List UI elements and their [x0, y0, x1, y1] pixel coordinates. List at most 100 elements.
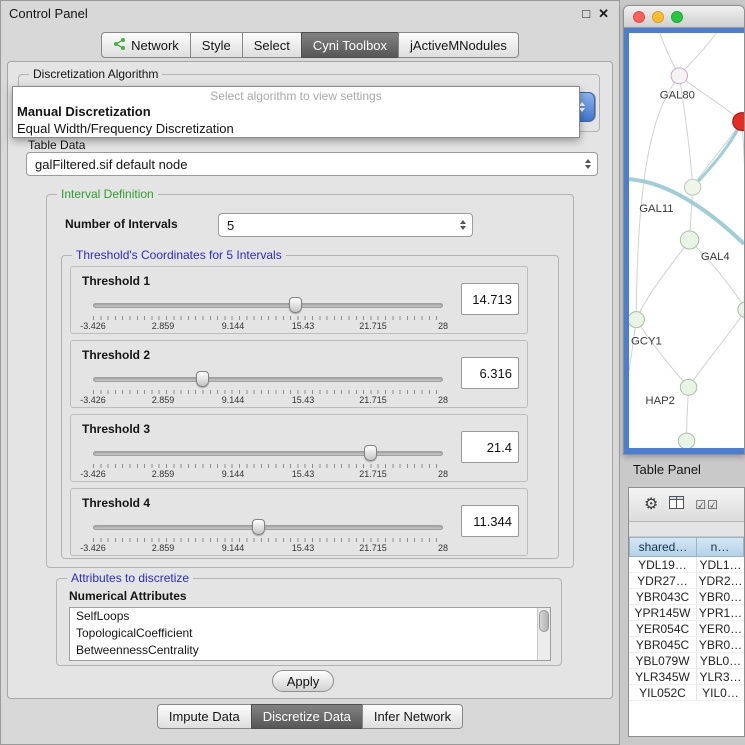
slider-track[interactable] — [93, 451, 443, 456]
network-node[interactable] — [680, 231, 698, 249]
tab-impute-data-label: Impute Data — [169, 709, 240, 724]
network-node[interactable] — [671, 68, 687, 84]
table-row[interactable]: YDL19… YDL1… — [629, 557, 744, 573]
tab-select[interactable]: Select — [242, 32, 302, 58]
screen: Control Panel □ ✕ Network Style Select C… — [0, 0, 745, 745]
list-item[interactable]: TopologicalCoefficient — [70, 625, 550, 642]
threshold-4-slider[interactable] — [93, 519, 443, 537]
table-toolbar-gap — [629, 522, 744, 537]
table-row[interactable]: YDR27… YDR2… — [629, 573, 744, 589]
scale-label: 28 — [438, 543, 448, 553]
table-cell[interactable]: YDR27… — [629, 573, 697, 588]
threshold-4-value-field[interactable] — [461, 505, 519, 537]
number-of-intervals-value: 5 — [219, 218, 234, 233]
threshold-2-slider-thumb[interactable] — [196, 371, 209, 387]
table-row[interactable]: YER054C YER0… — [629, 621, 744, 637]
scale-label: 9.144 — [222, 469, 245, 479]
table-row[interactable]: YBL079W YBL0… — [629, 653, 744, 669]
tab-infer-network[interactable]: Infer Network — [362, 704, 463, 729]
threshold-3-slider-thumb[interactable] — [364, 445, 377, 461]
table-cell[interactable]: YDR2… — [697, 573, 744, 588]
list-item[interactable]: SelfLoops — [70, 608, 550, 625]
select-functions-icon[interactable]: ☑☑ — [695, 499, 719, 511]
table-row[interactable]: YLR345W YLR3… — [629, 669, 744, 685]
table-cell[interactable]: YLR345W — [629, 669, 697, 684]
table-cell[interactable]: YER054C — [629, 621, 697, 636]
scale-label: 2.859 — [152, 321, 175, 331]
tab-discretize-data[interactable]: Discretize Data — [251, 704, 363, 729]
slider-track[interactable] — [93, 303, 443, 308]
table-cell[interactable]: YDL1… — [697, 557, 744, 572]
algorithm-option-equal-width[interactable]: Equal Width/Frequency Discretization — [13, 120, 579, 137]
tab-cyni-toolbox[interactable]: Cyni Toolbox — [301, 32, 399, 58]
network-node[interactable] — [738, 302, 744, 318]
network-node[interactable] — [678, 433, 694, 448]
table-panel-title: Table Panel — [633, 462, 701, 477]
apply-button[interactable]: Apply — [272, 670, 334, 692]
slider-track[interactable] — [93, 377, 443, 382]
scrollbar-thumb[interactable] — [539, 610, 549, 632]
network-node[interactable] — [629, 312, 644, 328]
network-node[interactable] — [680, 379, 696, 395]
scale-label: 21.715 — [359, 395, 387, 405]
cyni-toolbox-panel: Discretization Algorithm Select algorith… — [7, 61, 613, 699]
threshold-2-slider[interactable] — [93, 371, 443, 389]
slider-ticks — [93, 464, 443, 468]
table-row[interactable]: YIL052C YIL0… — [629, 685, 744, 701]
slider-track[interactable] — [93, 525, 443, 530]
slider-ticks — [93, 390, 443, 394]
table-cell[interactable]: YBR045C — [629, 637, 697, 652]
tab-infer-network-label: Infer Network — [374, 709, 451, 724]
list-scrollbar[interactable] — [537, 608, 550, 660]
scale-label: 15.43 — [292, 395, 315, 405]
close-traffic-light-icon[interactable] — [633, 11, 645, 23]
threshold-4-slider-thumb[interactable] — [252, 519, 265, 535]
table-cell[interactable]: YPR1… — [697, 605, 744, 620]
network-graph: GAL80 GAL11 GAL4 GCY1 HAP2 — [629, 33, 744, 448]
threshold-1-slider[interactable] — [93, 297, 443, 315]
table-cell[interactable]: YBR0… — [697, 637, 744, 652]
table-cell[interactable]: YPR145W — [629, 605, 697, 620]
table-row[interactable]: YPR145W YPR1… — [629, 605, 744, 621]
gear-icon[interactable]: ⚙ — [644, 497, 658, 513]
tab-network[interactable]: Network — [101, 32, 191, 58]
table-cell[interactable]: YER0… — [697, 621, 744, 636]
threshold-3-slider[interactable] — [93, 445, 443, 463]
algorithm-option-manual[interactable]: Manual Discretization — [13, 103, 579, 120]
list-item[interactable]: BetweennessCentrality — [70, 642, 550, 659]
scale-label: 28 — [438, 321, 448, 331]
table-row[interactable]: YBR045C YBR0… — [629, 637, 744, 653]
threshold-1-value-field[interactable] — [461, 283, 519, 315]
threshold-1-label: Threshold 1 — [82, 274, 150, 288]
table-cell[interactable]: YIL0… — [697, 685, 744, 700]
column-header-name[interactable]: n… — [697, 537, 744, 557]
table-cell[interactable]: YDL19… — [629, 557, 697, 572]
numerical-attributes-list: SelfLoops TopologicalCoefficient Between… — [69, 607, 551, 661]
column-header-shared-name[interactable]: shared… — [629, 537, 697, 557]
threshold-2-value-field[interactable] — [461, 357, 519, 389]
tab-impute-data[interactable]: Impute Data — [157, 704, 252, 729]
float-window-icon[interactable]: □ — [582, 7, 590, 20]
tab-style[interactable]: Style — [190, 32, 243, 58]
network-node[interactable] — [684, 179, 700, 195]
minimize-traffic-light-icon[interactable] — [652, 11, 664, 23]
table-cell[interactable]: YBL079W — [629, 653, 697, 668]
table-row[interactable]: YBR043C YBR0… — [629, 589, 744, 605]
close-window-icon[interactable]: ✕ — [598, 7, 609, 20]
node-label: GCY1 — [631, 336, 662, 348]
table-cell[interactable]: YLR3… — [697, 669, 744, 684]
threshold-1-slider-thumb[interactable] — [289, 297, 302, 313]
columns-icon[interactable] — [669, 496, 684, 514]
table-cell[interactable]: YIL052C — [629, 685, 697, 700]
table-cell[interactable]: YBR043C — [629, 589, 697, 604]
table-cell[interactable]: YBL0… — [697, 653, 744, 668]
table-data-combobox[interactable]: galFiltered.sif default node — [26, 152, 598, 176]
table-header-row: shared… n… — [629, 537, 744, 557]
number-of-intervals-combobox[interactable]: 5 — [218, 213, 473, 237]
threshold-3-value-field[interactable] — [461, 431, 519, 463]
tab-jactivemnodules[interactable]: jActiveMNodules — [398, 32, 519, 58]
table-cell[interactable]: YBR0… — [697, 589, 744, 604]
node-label: GAL4 — [701, 251, 730, 263]
table-panel-window: ⚙ ☑☑ shared… n… YDL19… YDL1… YDR27… YDR2… — [628, 487, 745, 737]
zoom-traffic-light-icon[interactable] — [671, 11, 683, 23]
